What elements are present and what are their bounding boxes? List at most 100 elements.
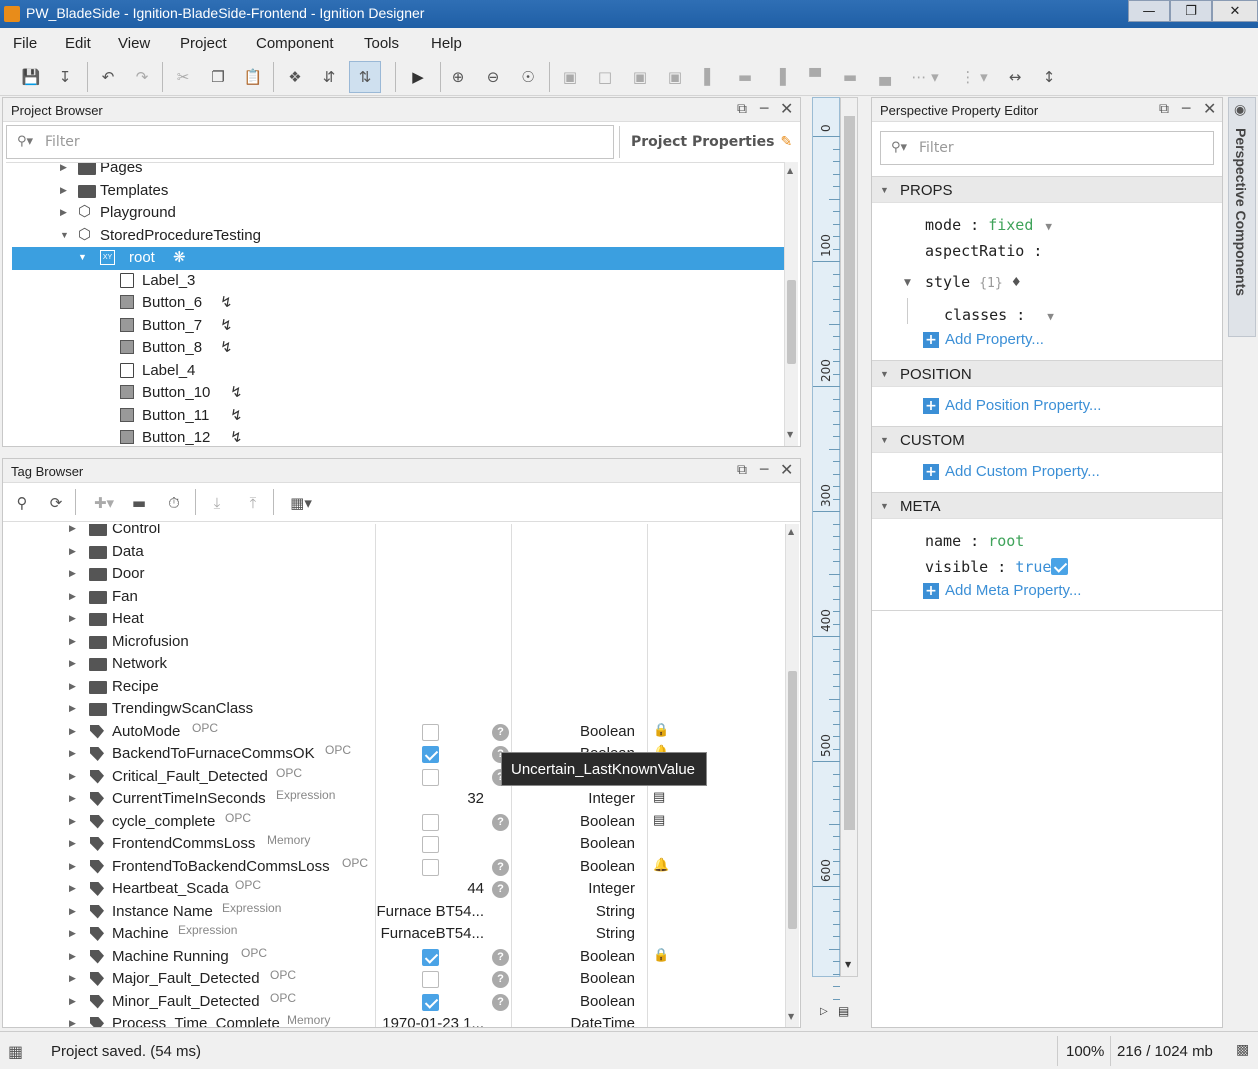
prop-style[interactable]: style {1} ♦ (925, 273, 1021, 291)
align-middle-icon[interactable]: ▬ (839, 66, 861, 88)
menu-view[interactable]: View (118, 35, 150, 52)
scroll-thumb[interactable] (788, 671, 797, 929)
expand-arrow-icon[interactable]: ▶ (69, 546, 76, 557)
project-tree-item[interactable]: Button_8 ↯ (12, 337, 784, 360)
value-checkbox[interactable] (422, 746, 439, 763)
scroll-up-icon[interactable]: ▲ (788, 527, 794, 536)
expand-arrow-icon[interactable]: ▶ (69, 636, 76, 647)
expand-arrow-icon[interactable]: ▶ (69, 591, 76, 602)
expand-arrow-icon[interactable]: ▼ (60, 230, 69, 240)
add-icon[interactable]: + (923, 398, 939, 414)
zoom-out-icon[interactable]: ⊖ (482, 66, 504, 88)
value-checkbox[interactable] (422, 768, 439, 786)
play-icon[interactable]: ▶ (407, 66, 429, 88)
paste-icon[interactable]: 📋 (242, 66, 264, 88)
value-checkbox[interactable] (422, 858, 439, 876)
page-icon[interactable]: ▤ (838, 1004, 849, 1018)
expand-arrow-icon[interactable]: ▶ (69, 793, 76, 804)
zoom-in-icon[interactable]: ⊕ (447, 66, 469, 88)
expand-arrow-icon[interactable]: ▶ (69, 906, 76, 917)
value-checkbox[interactable] (422, 723, 439, 741)
export-icon[interactable]: ⤒ (242, 492, 264, 514)
expand-arrow-icon[interactable]: ▶ (69, 973, 76, 984)
add-icon[interactable]: + (923, 583, 939, 599)
tag-folder-row[interactable]: ▶ Door (3, 563, 375, 586)
expand-arrow-icon[interactable]: ▶ (69, 861, 76, 872)
flip-icon[interactable]: ⇵ (318, 66, 340, 88)
save-all-icon[interactable]: ↧ (54, 66, 76, 88)
tag-row[interactable]: ▶ Machine Running OPC? Boolean 🔒 (3, 946, 785, 969)
expand-arrow-icon[interactable]: ▶ (69, 816, 76, 827)
expand-arrow-icon[interactable]: ▶ (69, 996, 76, 1007)
project-tree-item[interactable]: ▶ ⬡ Playground (12, 202, 784, 225)
history-icon[interactable]: ⏱ (163, 492, 185, 514)
align-right-icon[interactable]: ▐ (769, 66, 791, 88)
props-section[interactable]: ▼ PROPS (872, 176, 1222, 203)
close-panel-icon[interactable]: ✕ (780, 99, 793, 118)
project-tree-item[interactable]: ▼ XY root ❋ (12, 247, 784, 270)
add-meta-property-link[interactable]: Add Meta Property... (945, 582, 1081, 599)
expand-arrow-icon[interactable]: ▶ (69, 524, 76, 534)
expand-arrow-icon[interactable]: ▶ (69, 726, 76, 737)
expand-arrow-icon[interactable]: ▶ (69, 771, 76, 782)
grid-icon[interactable]: ▦ (8, 1042, 23, 1061)
visible-checkbox[interactable] (1051, 558, 1068, 575)
prop-value[interactable]: root (988, 532, 1024, 550)
position-section[interactable]: ▼ POSITION (872, 360, 1222, 387)
import-icon[interactable]: ⤓ (206, 492, 228, 514)
expand-arrow-icon[interactable]: ▶ (69, 613, 76, 624)
columns-icon[interactable]: ▦▾ (284, 492, 318, 514)
add-property-link[interactable]: Add Property... (945, 331, 1044, 348)
copy-icon[interactable]: ❐ (207, 66, 229, 88)
search-icon[interactable]: ⚲ (11, 492, 33, 514)
add-position-property-link[interactable]: Add Position Property... (945, 397, 1101, 414)
menu-help[interactable]: Help (431, 35, 462, 52)
tag-row[interactable]: ▶ Instance Name Expression Furnace BT54... S… (3, 901, 785, 924)
project-tree-item[interactable]: Button_6 ↯ (12, 292, 784, 315)
meta-section[interactable]: ▼ META (872, 492, 1222, 519)
redo-icon[interactable]: ↷ (131, 66, 153, 88)
close-panel-icon[interactable]: ✕ (1203, 99, 1216, 118)
expand-arrow-icon[interactable]: ▼ (78, 252, 87, 262)
menu-file[interactable]: File (13, 35, 37, 52)
prop-name[interactable]: name : root (925, 532, 1024, 550)
expand-arrow-icon[interactable]: ▶ (60, 163, 67, 173)
align-center-icon[interactable]: ▬ (734, 66, 756, 88)
project-tree-item[interactable]: ▶ Templates (12, 180, 784, 203)
tag-row[interactable]: ▶ Machine Expression FurnaceBT54... String (3, 923, 785, 946)
scroll-up-icon[interactable]: ▲ (787, 166, 793, 175)
add-tag-icon[interactable]: ✚▾ (87, 492, 121, 514)
minimize-panel-icon[interactable]: ─ (760, 101, 768, 117)
menu-tools[interactable]: Tools (364, 35, 399, 52)
tag-folder-row[interactable]: ▶ Control (3, 524, 375, 541)
quality-question-icon[interactable]: ? (492, 948, 509, 966)
tag-folder-row[interactable]: ▶ Network (3, 653, 375, 676)
property-filter-input[interactable]: Filter (880, 131, 1214, 165)
prop-mode[interactable]: mode : fixed ▼ (925, 216, 1052, 234)
align-left-icon[interactable]: ▌ (699, 66, 721, 88)
expand-arrow-icon[interactable]: ▶ (69, 928, 76, 939)
expand-arrow-icon[interactable]: ▶ (60, 207, 67, 218)
value-checkbox[interactable] (422, 971, 439, 988)
close-panel-icon[interactable]: ✕ (780, 460, 793, 479)
custom-section[interactable]: ▼ CUSTOM (872, 426, 1222, 453)
tag-row[interactable]: ▶ cycle_complete OPC? Boolean ▤ (3, 811, 785, 834)
tag-folder-row[interactable]: ▶ Heat (3, 608, 375, 631)
dropdown-icon[interactable]: ▼ (1047, 310, 1054, 323)
menu-component[interactable]: Component (256, 35, 334, 52)
minimize-button[interactable]: — (1128, 0, 1170, 22)
tag-folder-row[interactable]: ▶ Microfusion (3, 631, 375, 654)
same-height-icon[interactable]: ↕ (1038, 66, 1060, 88)
tag-row[interactable]: ▶ Minor_Fault_Detected OPC? Boolean (3, 991, 785, 1014)
project-tree-item[interactable]: ▶ Pages (12, 163, 784, 180)
prop-visible[interactable]: visible : true (925, 558, 1051, 576)
project-tree-item[interactable]: Label_4 (12, 360, 784, 383)
tag-row[interactable]: ▶ Major_Fault_Detected OPC? Boolean (3, 968, 785, 991)
add-icon[interactable]: + (923, 464, 939, 480)
tag-folder-row[interactable]: ▶ TrendingwScanClass (3, 698, 375, 721)
move-forward-icon[interactable]: ▣ (629, 66, 651, 88)
minimize-panel-icon[interactable]: ─ (1182, 101, 1190, 117)
distribute-vertical-icon[interactable]: ⋮ ▾ (954, 66, 994, 88)
cut-icon[interactable]: ✂ (172, 66, 194, 88)
tag-row[interactable]: ▶ FrontendCommsLoss Memory Boolean (3, 833, 785, 856)
